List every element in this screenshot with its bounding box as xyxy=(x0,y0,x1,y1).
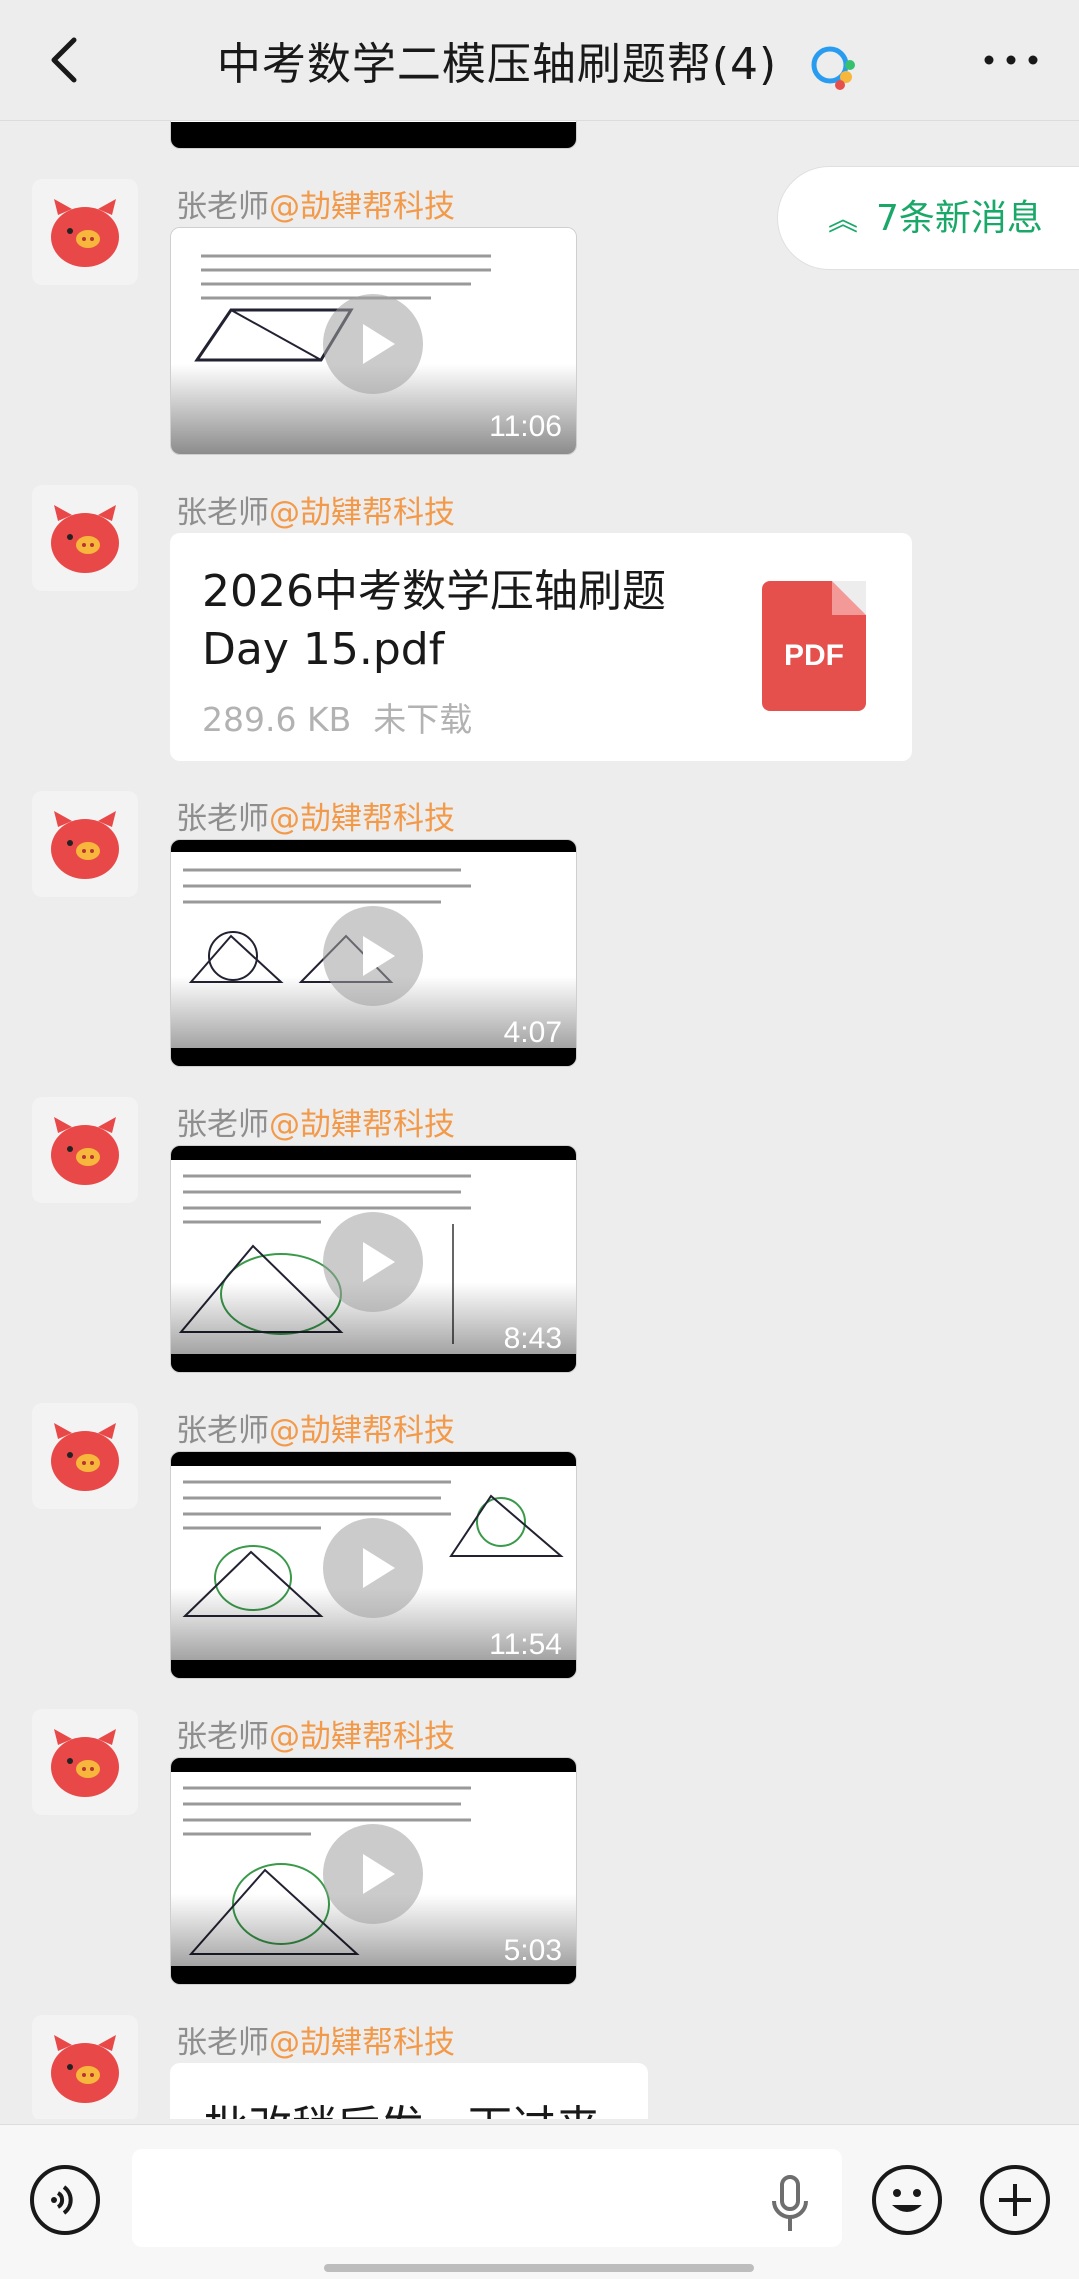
video-message-partial[interactable] xyxy=(170,121,577,149)
video-message[interactable]: 11:06 xyxy=(170,227,577,455)
video-duration: 8:43 xyxy=(503,1322,562,1355)
sender-name: 张老师@劼肄帮科技 xyxy=(176,189,455,225)
text-message[interactable]: 批改稍后发一下过来 xyxy=(170,2063,648,2119)
avatar[interactable] xyxy=(32,1097,138,1203)
input-bar xyxy=(0,2124,1079,2279)
pdf-icon: PDF xyxy=(762,581,866,711)
plus-icon[interactable] xyxy=(980,2165,1050,2235)
new-messages-label: 7条新消息 xyxy=(876,198,1043,239)
voice-toggle-icon[interactable] xyxy=(30,2165,100,2235)
avatar[interactable] xyxy=(32,791,138,897)
sender-name: 张老师@劼肄帮科技 xyxy=(176,1413,455,1449)
more-dots-icon[interactable] xyxy=(979,36,1043,84)
sender-name: 张老师@劼肄帮科技 xyxy=(176,2025,455,2061)
chat-header: 中考数学二模压轴刷题帮(4) xyxy=(0,0,1079,121)
video-message[interactable]: 4:07 xyxy=(170,839,577,1067)
file-name: 2026中考数学压轴刷题Day 15.pdf xyxy=(202,566,666,675)
emoji-icon[interactable] xyxy=(872,2165,942,2235)
file-status: 未下载 xyxy=(373,700,473,739)
video-duration: 11:06 xyxy=(489,410,562,443)
avatar[interactable] xyxy=(32,1709,138,1815)
sender-name: 张老师@劼肄帮科技 xyxy=(176,1719,455,1755)
chat-title: 中考数学二模压轴刷题帮(4) xyxy=(216,39,778,90)
play-icon[interactable] xyxy=(323,906,423,1006)
double-chevron-up-icon: ︽ xyxy=(828,203,858,238)
video-duration: 11:54 xyxy=(489,1628,562,1661)
file-size: 289.6 KB xyxy=(202,700,352,739)
sender-name: 张老师@劼肄帮科技 xyxy=(176,1107,455,1143)
chat-title-wrap: 中考数学二模压轴刷题帮(4) xyxy=(0,28,1079,95)
avatar[interactable] xyxy=(32,485,138,591)
home-indicator[interactable] xyxy=(324,2264,754,2272)
play-icon[interactable] xyxy=(323,1518,423,1618)
file-meta: 289.6 KB 未下载 xyxy=(202,693,494,741)
avatar[interactable] xyxy=(32,179,138,285)
avatar[interactable] xyxy=(32,2015,138,2119)
video-message[interactable]: 8:43 xyxy=(170,1145,577,1373)
video-duration: 4:07 xyxy=(503,1016,562,1049)
message-input[interactable] xyxy=(132,2149,842,2247)
file-message[interactable]: 2026中考数学压轴刷题Day 15.pdf 289.6 KB 未下载 PDF xyxy=(170,533,912,761)
new-messages-button[interactable]: ︽ 7条新消息 xyxy=(777,166,1079,270)
play-icon[interactable] xyxy=(323,294,423,394)
sender-name: 张老师@劼肄帮科技 xyxy=(176,801,455,837)
video-message[interactable]: 5:03 xyxy=(170,1757,577,1985)
chat-area[interactable]: 张老师@劼肄帮科技 11:06 张老师@劼肄帮科技 2026中考数学压轴刷题Da… xyxy=(0,121,1079,2119)
video-duration: 5:03 xyxy=(503,1934,562,1967)
microphone-icon[interactable] xyxy=(770,2175,810,2235)
play-icon[interactable] xyxy=(323,1212,423,1312)
wecom-icon xyxy=(811,46,856,90)
play-icon[interactable] xyxy=(323,1824,423,1924)
sender-name: 张老师@劼肄帮科技 xyxy=(176,495,455,531)
video-message[interactable]: 11:54 xyxy=(170,1451,577,1679)
avatar[interactable] xyxy=(32,1403,138,1509)
